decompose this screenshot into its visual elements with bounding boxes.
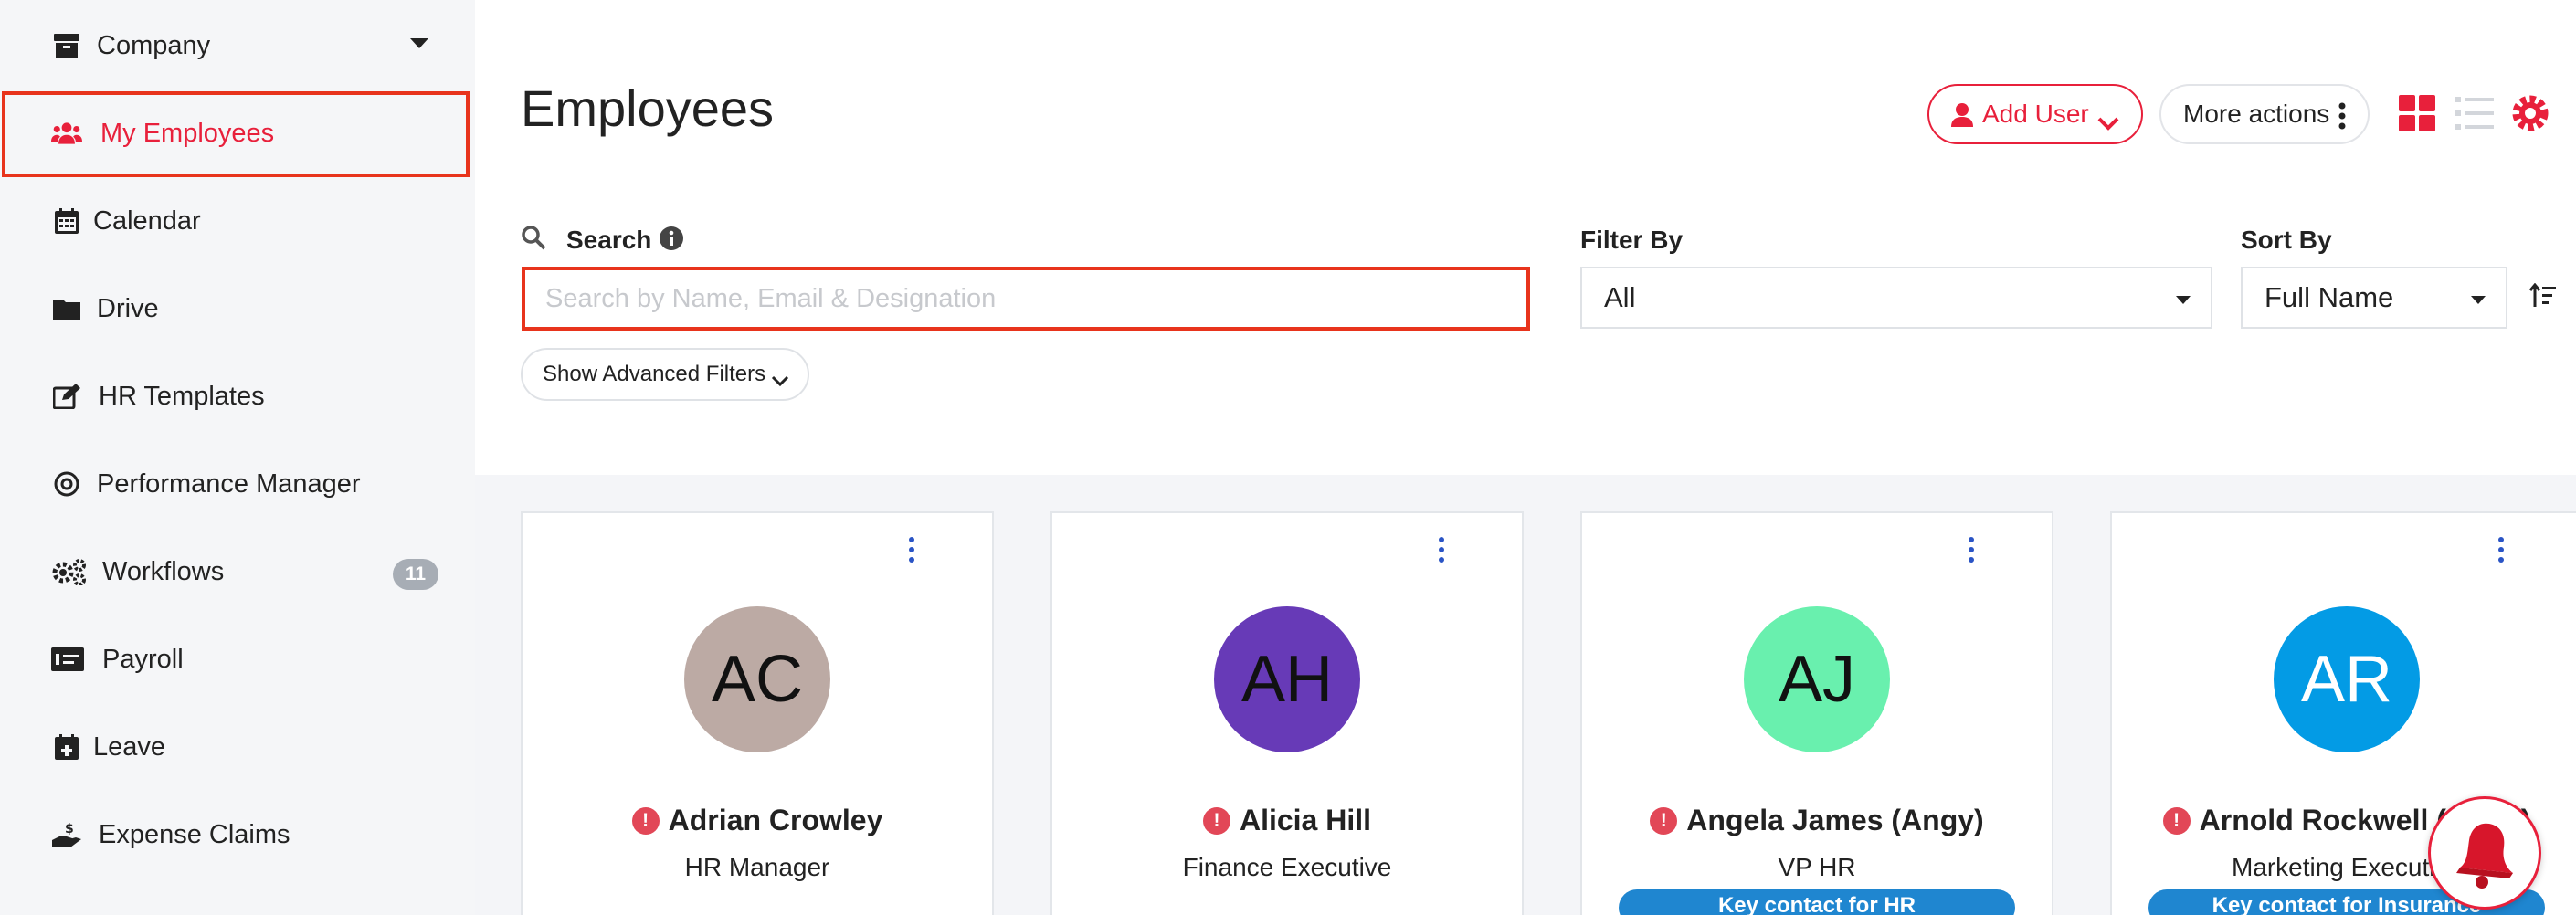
avatar: AH bbox=[1214, 606, 1360, 752]
employee-card[interactable]: AC ! Adrian Crowley HR Manager bbox=[521, 511, 994, 915]
employee-name[interactable]: Alicia Hill bbox=[1240, 804, 1371, 837]
card-menu-icon[interactable] bbox=[2492, 537, 2510, 566]
employee-name[interactable]: Angela James (Angy) bbox=[1686, 804, 1983, 837]
sidebar-item-hr-templates[interactable]: HR Templates bbox=[0, 352, 475, 440]
count-badge: 11 bbox=[393, 559, 438, 590]
filter-by-value: All bbox=[1604, 281, 1636, 313]
search-label: Search bbox=[566, 226, 652, 254]
sidebar-item-my-employees[interactable]: My Employees bbox=[0, 89, 475, 177]
sidebar-item-label: My Employees bbox=[100, 118, 275, 148]
sidebar-item-label: Company bbox=[97, 30, 211, 60]
list-view-icon[interactable] bbox=[2455, 95, 2494, 131]
sidebar-item-company[interactable]: Company bbox=[0, 2, 475, 89]
sidebar-item-drive[interactable]: Drive bbox=[0, 265, 475, 352]
money-check-icon bbox=[51, 644, 84, 675]
sort-by-label: Sort By bbox=[2241, 226, 2332, 254]
sidebar-item-label: Performance Manager bbox=[97, 468, 361, 499]
avatar: AR bbox=[2274, 606, 2420, 752]
sidebar-item-leave[interactable]: Leave bbox=[0, 703, 475, 791]
employee-card[interactable]: AH ! Alicia Hill Finance Executive bbox=[1050, 511, 1524, 915]
employee-card[interactable]: AJ ! Angela James (Angy) VP HR Key conta… bbox=[1580, 511, 2053, 915]
employee-name-row: ! Adrian Crowley bbox=[523, 804, 992, 837]
sidebar-item-payroll[interactable]: Payroll bbox=[0, 615, 475, 703]
advanced-filters-label: Show Advanced Filters bbox=[543, 362, 766, 386]
folder-icon bbox=[51, 293, 82, 324]
employee-role: HR Manager bbox=[684, 853, 830, 881]
warning-icon: ! bbox=[1650, 806, 1678, 835]
sidebar-item-label: Workflows bbox=[102, 556, 225, 586]
add-user-label: Add User bbox=[1982, 100, 2089, 128]
bell-icon bbox=[2449, 813, 2520, 894]
sidebar-item-label: Payroll bbox=[102, 644, 184, 674]
more-actions-label: More actions bbox=[2183, 100, 2330, 128]
vertical-dots-icon bbox=[2338, 102, 2346, 136]
employee-name[interactable]: Adrian Crowley bbox=[669, 804, 883, 837]
card-menu-icon[interactable] bbox=[1432, 537, 1451, 566]
sidebar-item-performance-manager[interactable]: Performance Manager bbox=[0, 440, 475, 528]
chevron-down-icon bbox=[2097, 108, 2119, 137]
edit-icon bbox=[51, 381, 82, 412]
sidebar-item-calendar[interactable]: Calendar bbox=[0, 177, 475, 265]
avatar: AC bbox=[684, 606, 830, 752]
caret-down-icon bbox=[2471, 296, 2486, 304]
target-icon bbox=[51, 468, 82, 500]
avatar: AJ bbox=[1744, 606, 1890, 752]
search-input[interactable] bbox=[522, 267, 1530, 331]
grid-view-icon[interactable] bbox=[2399, 95, 2435, 131]
add-user-button[interactable]: Add User bbox=[1927, 84, 2143, 144]
sort-order-icon[interactable] bbox=[2528, 282, 2556, 313]
caret-down-icon bbox=[2176, 296, 2191, 304]
sidebar-item-label: HR Templates bbox=[99, 381, 265, 411]
user-icon bbox=[1951, 103, 1973, 133]
key-contact-badge: Key contact for HR bbox=[1619, 889, 2015, 915]
more-actions-button[interactable]: More actions bbox=[2159, 84, 2370, 144]
sidebar-item-workflows[interactable]: Workflows 11 bbox=[0, 528, 475, 615]
filter-by-label: Filter By bbox=[1580, 226, 1684, 254]
sidebar-item-label: Leave bbox=[93, 731, 166, 762]
svg-text:$: $ bbox=[65, 822, 74, 836]
sort-by-value: Full Name bbox=[2265, 281, 2394, 313]
calendar-icon bbox=[51, 205, 82, 237]
sidebar-item-label: Expense Claims bbox=[99, 819, 290, 849]
filter-by-select[interactable]: All bbox=[1580, 267, 2212, 329]
chevron-down-icon bbox=[771, 368, 789, 394]
warning-icon: ! bbox=[631, 806, 660, 835]
warning-icon: ! bbox=[2162, 806, 2191, 835]
employee-name-row: ! Angela James (Angy) bbox=[1582, 804, 2052, 837]
card-menu-icon[interactable] bbox=[1962, 537, 1980, 566]
notification-bell-button[interactable] bbox=[2428, 796, 2541, 910]
sidebar-item-expense-claims[interactable]: $ Expense Claims bbox=[0, 791, 475, 878]
page-title: Employees bbox=[521, 79, 775, 137]
chevron-down-icon[interactable] bbox=[410, 38, 428, 48]
sidebar-item-label: Calendar bbox=[93, 205, 201, 236]
sort-by-select[interactable]: Full Name bbox=[2241, 267, 2507, 329]
hand-holding-dollar-icon: $ bbox=[51, 819, 82, 850]
info-icon[interactable] bbox=[659, 226, 684, 256]
archive-icon bbox=[51, 30, 82, 61]
employee-name-row: ! Alicia Hill bbox=[1052, 804, 1522, 837]
employee-role: Finance Executive bbox=[1182, 853, 1392, 881]
gear-icon[interactable] bbox=[2510, 93, 2550, 133]
card-menu-icon[interactable] bbox=[903, 537, 921, 566]
calendar-plus-icon bbox=[51, 731, 82, 762]
sidebar-item-label: Drive bbox=[97, 293, 159, 323]
warning-icon: ! bbox=[1202, 806, 1230, 835]
sidebar: Company My Employees Calendar Drive HR T… bbox=[0, 0, 475, 915]
search-icon bbox=[521, 225, 546, 255]
employee-role: VP HR bbox=[1778, 853, 1856, 881]
show-advanced-filters-button[interactable]: Show Advanced Filters bbox=[521, 348, 809, 401]
cogs-icon bbox=[51, 556, 88, 587]
users-icon bbox=[51, 118, 82, 149]
